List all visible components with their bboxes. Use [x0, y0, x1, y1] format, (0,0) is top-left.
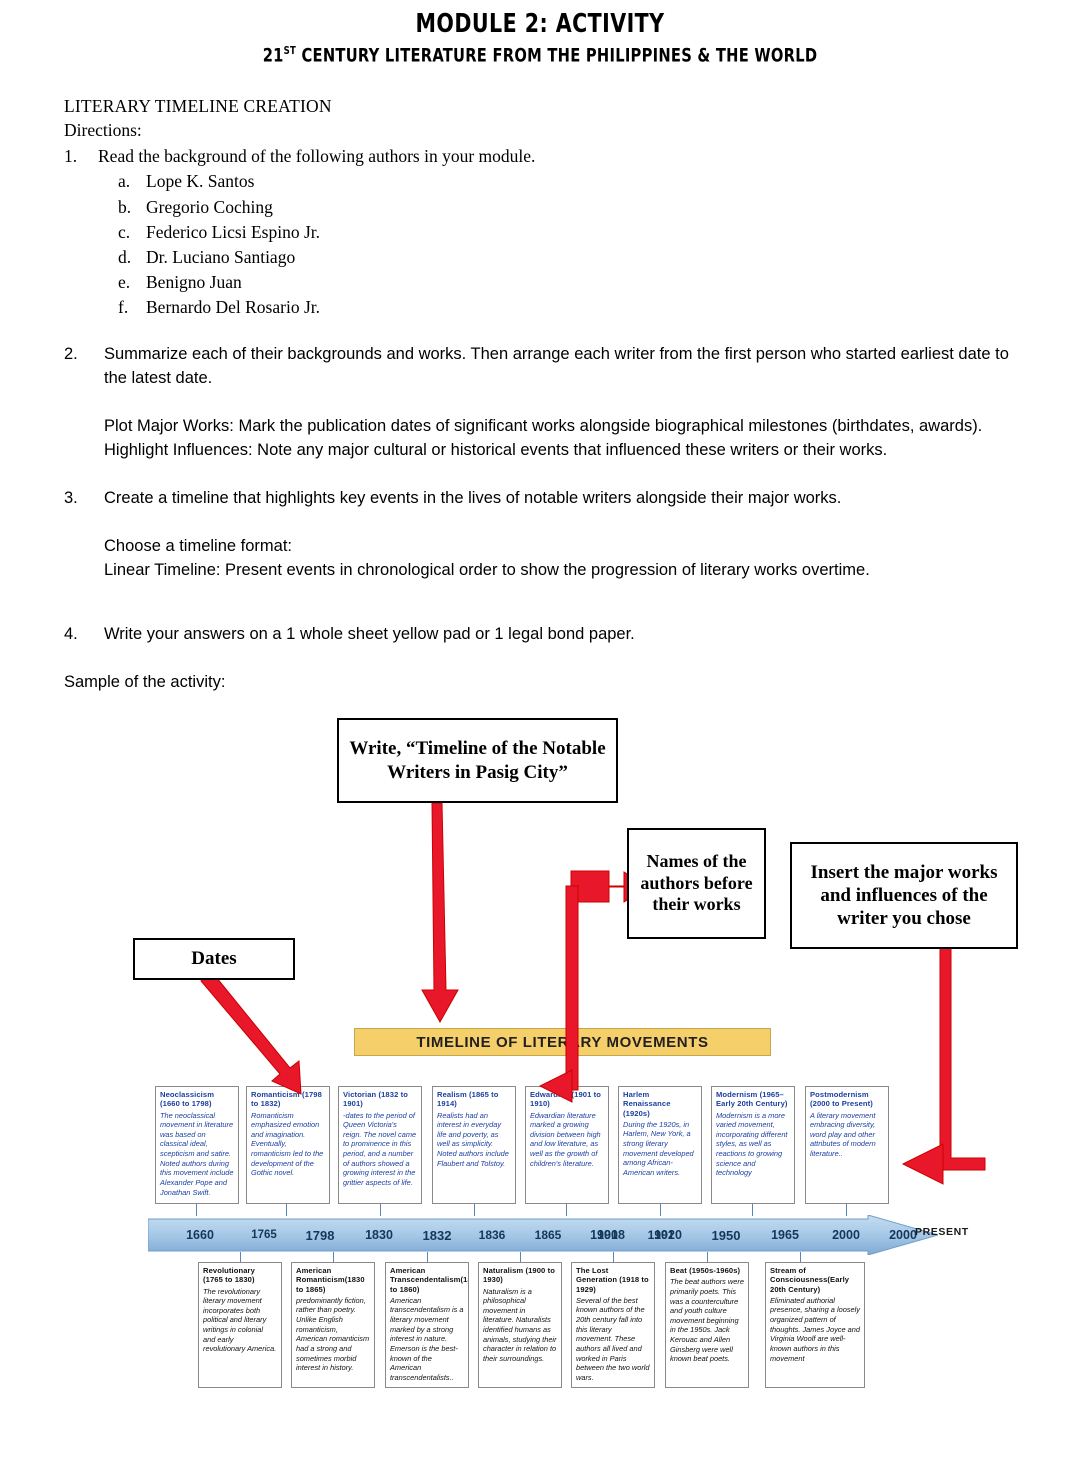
- author-list: a. Lope K. Santos b. Gregorio Coching c.…: [118, 169, 1024, 319]
- serif-section: LITERARY TIMELINE CREATION Directions: 1…: [64, 94, 1024, 319]
- plot-indent: [64, 415, 104, 439]
- author-letter-c: c.: [118, 221, 131, 242]
- subtitle-ordinal: ST: [283, 43, 297, 57]
- author-name-b: Gregorio Coching: [146, 196, 273, 217]
- arrow-dates-to-timeline: [200, 971, 302, 1095]
- item-1-text: Read the background of the following aut…: [98, 146, 536, 167]
- author-letter-e: e.: [118, 271, 131, 292]
- page-subtitle: 21ST CENTURY LITERATURE FROM THE PHILIPP…: [76, 44, 1005, 66]
- section-heading: LITERARY TIMELINE CREATION: [64, 96, 332, 116]
- author-name-c: Federico Licsi Espino Jr.: [146, 221, 321, 242]
- item-4-number: 4.: [64, 624, 78, 643]
- arrow-names-stem: [565, 885, 579, 1091]
- author-item-f: f. Bernardo Del Rosario Jr.: [118, 295, 1024, 319]
- instruction-item-1: 1. Read the background of the following …: [64, 144, 1024, 168]
- page-title: MODULE 2: ACTIVITY: [415, 9, 665, 39]
- arrow-names-head: [538, 1069, 573, 1103]
- subtitle-rest: CENTURY LITERATURE FROM THE PHILIPPINES …: [296, 44, 818, 67]
- annotation-arrows: [200, 802, 986, 1185]
- item-2-number: 2.: [64, 345, 78, 364]
- choose-format-text: Choose a timeline format:: [104, 536, 293, 555]
- author-item-d: d. Dr. Luciano Santiago: [118, 245, 1024, 269]
- author-item-b: b. Gregorio Coching: [118, 195, 1024, 219]
- author-letter-a: a.: [118, 171, 131, 192]
- item-4-text: Write your answers on a 1 whole sheet ye…: [104, 624, 635, 643]
- instruction-item-3: 3. Create a timeline that highlights key…: [64, 487, 1024, 511]
- linear-timeline: Linear Timeline: Present events in chron…: [64, 559, 1024, 583]
- author-letter-d: d.: [118, 246, 132, 267]
- author-item-c: c. Federico Licsi Espino Jr.: [118, 220, 1024, 244]
- plot-major-works: Plot Major Works: Mark the publication d…: [64, 415, 1024, 439]
- author-letter-b: b.: [118, 196, 132, 217]
- plot-major-works-text: Plot Major Works: Mark the publication d…: [104, 417, 983, 436]
- highlight-influences-text: Highlight Influences: Note any major cul…: [104, 441, 888, 460]
- callout-major-works: Insert the major works and influences of…: [790, 842, 1018, 949]
- author-name-d: Dr. Luciano Santiago: [146, 246, 296, 267]
- author-item-e: e. Benigno Juan: [118, 270, 1024, 294]
- highlight-influences: Highlight Influences: Note any major cul…: [64, 439, 1024, 463]
- sample-diagram: Write, “Timeline of the Notable Writers …: [0, 690, 1080, 1457]
- author-letter-f: f.: [118, 297, 129, 318]
- linear-timeline-text: Linear Timeline: Present events in chron…: [104, 560, 870, 579]
- callout-author-names: Names of the authors before their works: [627, 828, 766, 939]
- directions-label: Directions:: [64, 120, 142, 141]
- linear-indent: [64, 559, 104, 583]
- instruction-item-2: 2. Summarize each of their backgrounds a…: [64, 343, 1024, 391]
- choose-indent: [64, 535, 104, 559]
- sans-section: 2. Summarize each of their backgrounds a…: [64, 343, 1024, 694]
- item-3-text: Create a timeline that highlights key ev…: [104, 488, 842, 507]
- author-item-a: a. Lope K. Santos: [118, 169, 1024, 193]
- choose-format: Choose a timeline format:: [64, 535, 1024, 559]
- arrow-works-head: [901, 1143, 944, 1185]
- author-name-f: Bernardo Del Rosario Jr.: [146, 297, 320, 318]
- instructions-body: LITERARY TIMELINE CREATION Directions: 1…: [64, 94, 1024, 695]
- highlight-indent: [64, 439, 104, 463]
- item-3-number: 3.: [64, 488, 78, 507]
- subtitle-prefix: 21: [262, 44, 284, 67]
- callout-write-title: Write, “Timeline of the Notable Writers …: [337, 718, 618, 803]
- callout-dates: Dates: [133, 938, 295, 980]
- item-2-text: Summarize each of their backgrounds and …: [104, 345, 1009, 388]
- instruction-item-4: 4. Write your answers on a 1 whole sheet…: [64, 623, 1024, 647]
- document-header: MODULE 2: ACTIVITY 21ST CENTURY LITERATU…: [0, 0, 1080, 66]
- arrow-title-to-banner: [421, 802, 459, 1024]
- item-1-number: 1.: [64, 146, 78, 167]
- author-name-e: Benigno Juan: [146, 271, 242, 292]
- author-name-a: Lope K. Santos: [146, 171, 255, 192]
- arrow-works-to-card: [939, 930, 986, 1171]
